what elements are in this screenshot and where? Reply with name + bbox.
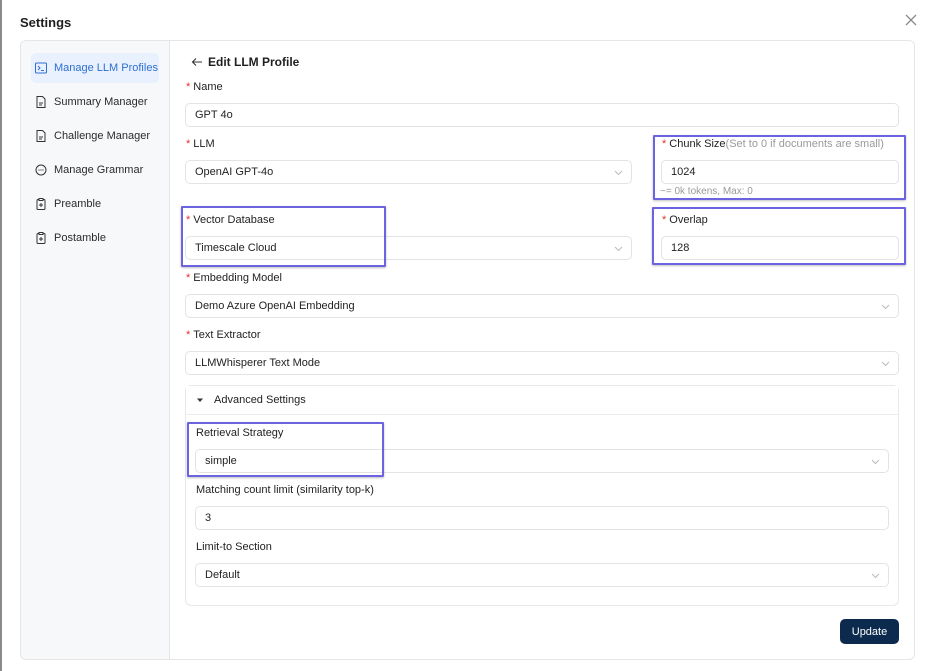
document-icon bbox=[36, 130, 46, 142]
sidebar-item-label: Challenge Manager bbox=[54, 130, 151, 142]
vector-database-label: * Vector Database bbox=[186, 214, 275, 226]
clipboard-icon bbox=[36, 232, 46, 244]
chat-bubble-icon bbox=[35, 164, 47, 176]
llm-select[interactable]: OpenAI GPT-4o bbox=[185, 160, 632, 184]
back-button[interactable]: Edit LLM Profile bbox=[191, 55, 299, 69]
embedding-model-select[interactable]: Demo Azure OpenAI Embedding bbox=[185, 294, 899, 318]
sidebar-item-manage-grammar[interactable]: Manage Grammar bbox=[31, 155, 159, 185]
terminal-icon bbox=[35, 62, 47, 74]
sidebar-item-challenge-manager[interactable]: Challenge Manager bbox=[31, 121, 159, 151]
sidebar-item-label: Preamble bbox=[54, 198, 102, 210]
chevron-down-icon bbox=[614, 246, 623, 252]
name-input[interactable]: GPT 4o bbox=[185, 103, 899, 127]
chevron-down-icon bbox=[871, 459, 880, 465]
limit-to-section-label: Limit-to Section bbox=[196, 541, 272, 553]
embedding-model-label: * Embedding Model bbox=[186, 272, 282, 284]
chevron-down-icon bbox=[614, 170, 623, 176]
edit-profile-form: Edit LLM Profile * Name GPT 4o * LLM OpenA… bbox=[170, 41, 914, 659]
arrow-left-icon bbox=[191, 58, 202, 66]
window-edge bbox=[0, 0, 2, 671]
sidebar-item-label: Summary Manager bbox=[54, 96, 148, 108]
close-button[interactable] bbox=[904, 13, 918, 27]
sidebar-item-preamble[interactable]: Preamble bbox=[31, 189, 159, 219]
document-icon bbox=[36, 96, 46, 108]
sidebar-item-summary-manager[interactable]: Summary Manager bbox=[31, 87, 159, 117]
settings-panel: Manage LLM Profiles Summary Manager Chal… bbox=[20, 40, 915, 660]
overlap-label: * Overlap bbox=[662, 214, 708, 226]
chunk-size-label: * Chunk Size(Set to 0 if documents are sm… bbox=[662, 138, 884, 150]
chevron-down-icon bbox=[881, 361, 890, 367]
llm-label: * LLM bbox=[186, 138, 215, 150]
overlap-input[interactable]: 128 bbox=[661, 236, 899, 260]
sidebar-item-label: Manage Grammar bbox=[54, 164, 144, 176]
name-label: * Name bbox=[186, 81, 223, 93]
text-extractor-select[interactable]: LLMWhisperer Text Mode bbox=[185, 351, 899, 375]
advanced-settings-title: Advanced Settings bbox=[214, 394, 306, 406]
advanced-settings-toggle[interactable]: Advanced Settings bbox=[186, 386, 898, 415]
limit-to-section-select[interactable]: Default bbox=[195, 563, 889, 587]
sidebar-item-manage-llm-profiles[interactable]: Manage LLM Profiles bbox=[31, 53, 159, 83]
page-title: Edit LLM Profile bbox=[208, 55, 300, 69]
update-button[interactable]: Update bbox=[840, 619, 899, 644]
sidebar: Manage LLM Profiles Summary Manager Chal… bbox=[21, 41, 170, 659]
chunk-size-input[interactable]: 1024 bbox=[661, 160, 899, 184]
sidebar-item-label: Postamble bbox=[54, 232, 106, 244]
top-k-input[interactable]: 3 bbox=[195, 506, 889, 530]
caret-down-icon bbox=[197, 398, 203, 402]
modal-title: Settings bbox=[20, 15, 72, 30]
chunk-size-token-hint: ~= 0k tokens, Max: 0 bbox=[660, 186, 753, 197]
clipboard-icon bbox=[36, 198, 46, 210]
sidebar-item-postamble[interactable]: Postamble bbox=[31, 223, 159, 253]
text-extractor-label: * Text Extractor bbox=[186, 329, 261, 341]
chevron-down-icon bbox=[881, 304, 890, 310]
chevron-down-icon bbox=[871, 573, 880, 579]
retrieval-strategy-label: Retrieval Strategy bbox=[196, 427, 284, 439]
vector-database-select[interactable]: Timescale Cloud bbox=[185, 236, 632, 260]
sidebar-item-label: Manage LLM Profiles bbox=[54, 62, 158, 74]
retrieval-strategy-select[interactable]: simple bbox=[195, 449, 889, 473]
close-icon bbox=[905, 14, 917, 26]
top-k-label: Matching count limit (similarity top-k) bbox=[196, 484, 374, 496]
